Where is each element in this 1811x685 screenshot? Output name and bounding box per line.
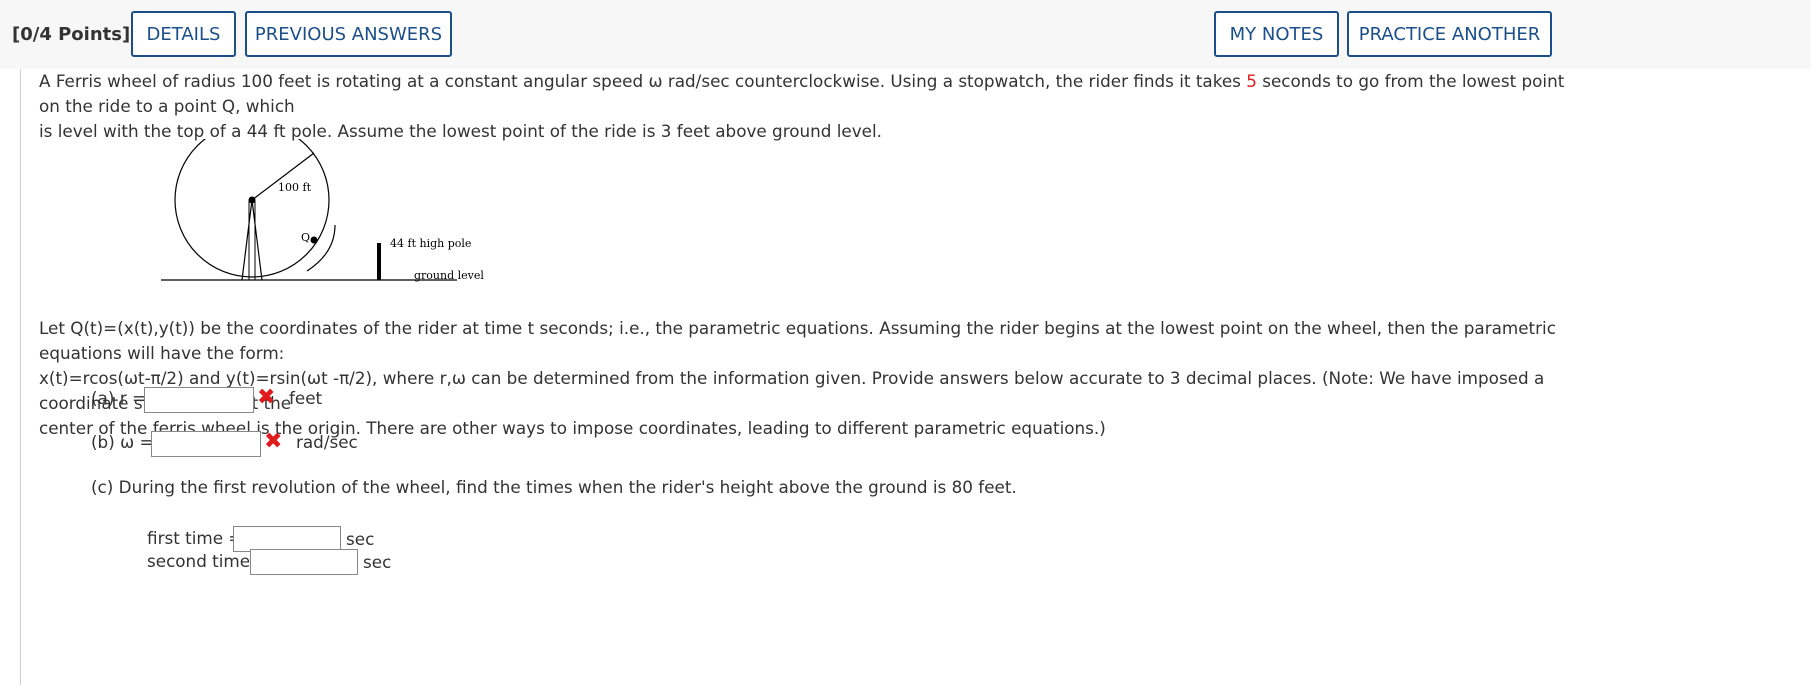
- param-text-1: Let Q(t)=(x(t),y(t)) be the coordinates …: [39, 318, 1556, 363]
- ground-label: ground level: [414, 269, 484, 282]
- first-time-unit: sec: [346, 529, 375, 549]
- second-time-label: second time=: [147, 551, 265, 571]
- radius-label: 100 ft: [278, 181, 312, 194]
- practice-another-button[interactable]: PRACTICE ANOTHER: [1347, 11, 1552, 57]
- ferris-wheel-diagram: 100 ft Q 44 ft high pole ground level: [161, 139, 484, 282]
- problem-intro: A Ferris wheel of radius 100 feet is rot…: [39, 69, 1579, 144]
- first-time-label: first time =: [147, 528, 243, 548]
- pole-label: 44 ft high pole: [390, 237, 471, 250]
- second-time-unit: sec: [363, 552, 392, 572]
- question-header: [0/4 Points] DETAILS PREVIOUS ANSWERS MY…: [0, 0, 1811, 69]
- my-notes-button[interactable]: MY NOTES: [1214, 11, 1339, 57]
- seconds-value: 5: [1246, 71, 1257, 91]
- part-b-input[interactable]: [151, 431, 261, 457]
- x-mark-icon: ✖: [257, 385, 276, 410]
- intro-text-3: is level with the top of a 44 ft pole. A…: [39, 121, 883, 141]
- second-time-input[interactable]: [250, 549, 358, 575]
- details-button[interactable]: DETAILS: [131, 11, 236, 57]
- part-a-input[interactable]: [144, 387, 254, 413]
- part-b-label: (b) ω =: [91, 432, 154, 452]
- part-c-text: (c) During the first revolution of the w…: [91, 477, 1017, 497]
- x-mark-icon: ✖: [264, 429, 283, 454]
- pole: [377, 243, 381, 280]
- part-a-label: (a) r =: [91, 388, 147, 408]
- q-label: Q: [301, 231, 310, 244]
- intro-text-1: A Ferris wheel of radius 100 feet is rot…: [39, 71, 1247, 91]
- question-content: A Ferris wheel of radius 100 feet is rot…: [20, 69, 1811, 685]
- previous-answers-button[interactable]: PREVIOUS ANSWERS: [245, 11, 452, 57]
- point-q-dot: [310, 236, 318, 244]
- part-b-unit: rad/sec: [296, 432, 358, 452]
- problem-parametric: Let Q(t)=(x(t),y(t)) be the coordinates …: [39, 316, 1579, 441]
- points-label: [0/4 Points]: [12, 24, 131, 45]
- hub-dot: [248, 196, 256, 204]
- support-leg-right: [251, 199, 263, 281]
- part-a-unit: feet: [289, 388, 323, 408]
- support-leg-left: [241, 199, 253, 281]
- rotation-arrow-icon: [306, 224, 336, 272]
